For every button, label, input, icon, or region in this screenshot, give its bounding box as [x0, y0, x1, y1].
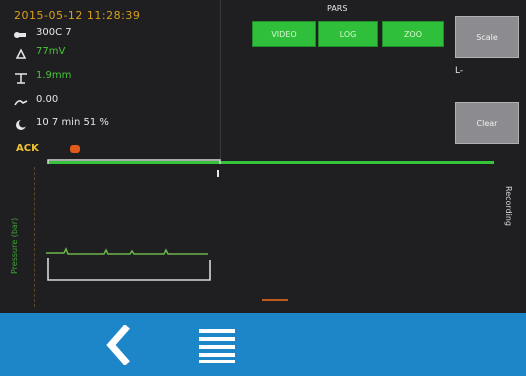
status-row-depth: 1.9mm: [14, 67, 72, 84]
signal-line: [46, 247, 208, 255]
ack-label: ACK: [16, 143, 39, 154]
side-mid-label: L-: [455, 66, 464, 76]
status-row-voltage: 77mV: [14, 43, 65, 59]
menu-button[interactable]: [192, 323, 242, 367]
scale-button[interactable]: Scale: [455, 16, 519, 58]
voltage-value: 77mV: [36, 45, 66, 57]
battery-value: 10 7 min 51 %: [36, 116, 109, 128]
moon-icon: [14, 116, 28, 130]
zoom-button[interactable]: ZOO: [382, 21, 444, 47]
temperature-value: 300C 7: [36, 26, 72, 38]
screen: 2015-05-12 11:28:39 300C 7 77mV 1.9mm 0.…: [0, 0, 526, 376]
flow-value: 0.00: [36, 93, 59, 105]
right-axis-label: Recording: [504, 186, 513, 227]
status-row-temperature: 300C 7: [14, 24, 72, 40]
chevron-left-icon: [106, 325, 130, 365]
segment-label: PARS: [327, 4, 348, 13]
top-bracket: [47, 159, 221, 164]
pressure-trace: [46, 159, 288, 301]
thermometer-icon: [14, 26, 28, 38]
scale-icon: [14, 69, 28, 84]
video-button[interactable]: VIDEO: [252, 21, 316, 47]
menu-icon: [199, 329, 235, 363]
y-axis-label: Pressure (bar): [10, 217, 19, 274]
clear-button[interactable]: Clear: [455, 102, 519, 144]
bottom-bracket: [47, 258, 211, 281]
panel-divider: [220, 0, 221, 160]
back-button[interactable]: [96, 323, 140, 367]
status-panel: 2015-05-12 11:28:39 300C 7 77mV 1.9mm 0.…: [0, 0, 222, 150]
depth-value: 1.9mm: [36, 69, 72, 81]
flow-icon: [14, 93, 28, 106]
status-row-battery: 10 7 min 51 %: [14, 114, 109, 130]
status-row-flow: 0.00: [14, 91, 58, 107]
log-button[interactable]: LOG: [318, 21, 378, 47]
clear-button-label: Clear: [476, 118, 498, 128]
probe-icon: [14, 45, 28, 59]
timestamp: 2015-05-12 11:28:39: [14, 9, 141, 22]
bottom-nav-bar: [0, 313, 526, 376]
